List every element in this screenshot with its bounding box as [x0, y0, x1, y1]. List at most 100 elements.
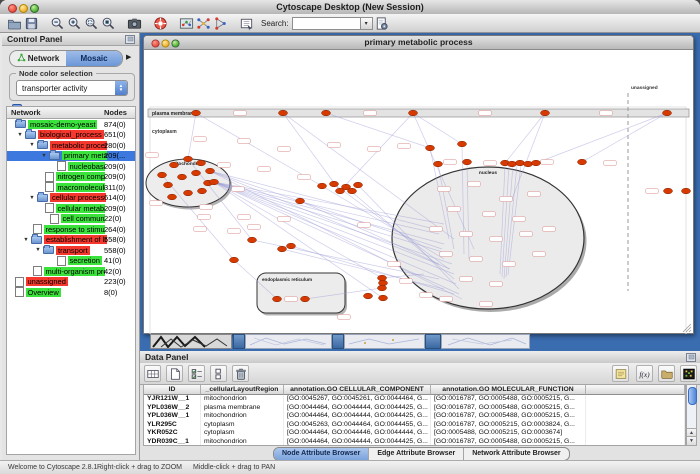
network-node[interactable]: [301, 296, 310, 302]
table-row[interactable]: YLR295Ccytoplasm[GO:0045263, GO:0044464,…: [144, 421, 685, 430]
column-header[interactable]: annotation.GO MOLECULAR_FUNCTION: [431, 385, 586, 395]
network-node[interactable]: [379, 280, 388, 286]
tree-row[interactable]: mosaic-demo-yeast874(0): [7, 119, 135, 130]
tab-overflow-arrow[interactable]: ▶: [126, 53, 131, 61]
network-node[interactable]: [458, 141, 467, 147]
network-node[interactable]: [508, 161, 517, 167]
network-node[interactable]: [248, 237, 257, 243]
tree-row[interactable]: cellular metabo209(0): [7, 203, 135, 214]
tree-row[interactable]: multi-organism pro42(0): [7, 266, 135, 277]
tree-row[interactable]: ▼biological_process651(0): [7, 130, 135, 141]
tree-row[interactable]: nucleobase-co209(0): [7, 161, 135, 172]
network-node[interactable]: [170, 162, 179, 168]
tree-row[interactable]: ▼primary metabo209(...: [7, 151, 135, 162]
network-node[interactable]: [322, 110, 331, 116]
tab-network[interactable]: Network: [10, 51, 66, 66]
network-node[interactable]: [354, 182, 363, 188]
tree-row[interactable]: macromolecule311(0): [7, 182, 135, 193]
network-node[interactable]: [273, 296, 282, 302]
network-node[interactable]: [541, 110, 550, 116]
network-node[interactable]: [318, 183, 327, 189]
layout-b-icon[interactable]: [212, 15, 229, 32]
zoom-in-icon[interactable]: [66, 15, 83, 32]
table-row[interactable]: YKR052Ccytoplasm[GO:0044464, GO:0044446,…: [144, 429, 685, 438]
tree-row[interactable]: response to stimulu264(0): [7, 224, 135, 235]
expand-arrow-icon[interactable]: ▼: [27, 195, 37, 201]
open-file-icon[interactable]: [6, 15, 23, 32]
network-node[interactable]: [578, 159, 587, 165]
network-node[interactable]: [426, 145, 435, 151]
network-node[interactable]: [348, 188, 357, 194]
network-node[interactable]: [184, 190, 193, 196]
scroll-down-icon[interactable]: ▼: [687, 436, 696, 445]
table-row[interactable]: YJR121W__1mitochondrion[GO:0045267, GO:0…: [144, 395, 685, 404]
tree-row[interactable]: Overview8(0): [7, 287, 135, 298]
resize-grip-icon[interactable]: [683, 324, 691, 332]
network-node[interactable]: [336, 188, 345, 194]
vizmapper-icon[interactable]: [178, 15, 195, 32]
save-session-icon[interactable]: [23, 15, 40, 32]
network-node[interactable]: [463, 159, 472, 165]
new-attribute-icon[interactable]: [166, 365, 183, 382]
minimized-window-handle[interactable]: [425, 334, 441, 349]
network-node[interactable]: [192, 170, 201, 176]
network-node[interactable]: [158, 172, 167, 178]
snapshot-camera-icon[interactable]: [126, 15, 143, 32]
network-node[interactable]: [682, 188, 691, 194]
open-folder-icon[interactable]: [658, 365, 675, 382]
expand-arrow-icon[interactable]: ▼: [15, 132, 25, 138]
minimized-window-preview[interactable]: [344, 334, 425, 349]
attribute-boxes-icon[interactable]: [210, 365, 227, 382]
network-node[interactable]: [168, 194, 177, 200]
tree-row[interactable]: unassigned223(0): [7, 277, 135, 288]
minimized-window-thumbnail[interactable]: [150, 334, 232, 349]
zoom-fit-icon[interactable]: [100, 15, 117, 32]
table-row[interactable]: YPL036W__1mitochondrion[GO:0044464, GO:0…: [144, 412, 685, 421]
tree-row[interactable]: ▼metabolic process280(0): [7, 140, 135, 151]
node-color-dropdown[interactable]: transporter activity ▲▼: [16, 80, 128, 96]
annotation-box-icon[interactable]: [238, 15, 255, 32]
column-header[interactable]: ID: [144, 385, 201, 395]
expand-arrow-icon[interactable]: ▼: [27, 142, 37, 148]
tab-network-attribute-browser[interactable]: Network Attribute Browser: [464, 448, 568, 460]
tree-row[interactable]: ▼cellular process614(0): [7, 193, 135, 204]
tree-row[interactable]: ▼transport558(0): [7, 245, 135, 256]
column-header[interactable]: _cellularLayoutRegion: [201, 385, 284, 395]
expand-arrow-icon[interactable]: ▼: [33, 247, 43, 253]
network-node[interactable]: [364, 293, 373, 299]
network-node[interactable]: [409, 110, 418, 116]
tree-row[interactable]: ▼establishment of lo558(0): [7, 235, 135, 246]
help-lifering-icon[interactable]: [152, 15, 169, 32]
network-node[interactable]: [296, 198, 305, 204]
network-node[interactable]: [378, 275, 387, 281]
network-node[interactable]: [278, 246, 287, 252]
network-node[interactable]: [164, 182, 173, 188]
network-canvas[interactable]: plasma membranecytoplasmmitochondrionnuc…: [144, 49, 693, 334]
function-builder-icon[interactable]: f(x): [636, 365, 653, 382]
network-node[interactable]: [434, 161, 443, 167]
tab-node-attribute-browser[interactable]: Node Attribute Browser: [274, 448, 369, 460]
network-node[interactable]: [378, 285, 387, 291]
minimized-window-preview[interactable]: [245, 334, 332, 349]
notes-pad-icon[interactable]: [612, 365, 629, 382]
scrollbar-thumb[interactable]: [688, 387, 697, 405]
search-options-icon[interactable]: [373, 15, 390, 32]
tree-row[interactable]: nitrogen compo209(0): [7, 172, 135, 183]
search-dropdown-button[interactable]: ▾: [360, 17, 373, 30]
layout-a-icon[interactable]: [195, 15, 212, 32]
network-node[interactable]: [206, 168, 215, 174]
network-node[interactable]: [198, 188, 207, 194]
network-node[interactable]: [287, 243, 296, 249]
network-node[interactable]: [192, 110, 201, 116]
network-node[interactable]: [210, 179, 219, 185]
network-node[interactable]: [516, 160, 525, 166]
zoom-out-icon[interactable]: [49, 15, 66, 32]
expand-arrow-icon[interactable]: ▼: [21, 237, 31, 243]
minimized-window-handle[interactable]: [332, 334, 344, 349]
matrix-view-icon[interactable]: [680, 365, 697, 382]
tab-edge-attribute-browser[interactable]: Edge Attribute Browser: [369, 448, 464, 460]
minimized-window-preview[interactable]: [441, 334, 530, 349]
network-node[interactable]: [379, 295, 388, 301]
attribute-grid-icon[interactable]: [144, 365, 161, 382]
zoom-selected-icon[interactable]: [83, 15, 100, 32]
